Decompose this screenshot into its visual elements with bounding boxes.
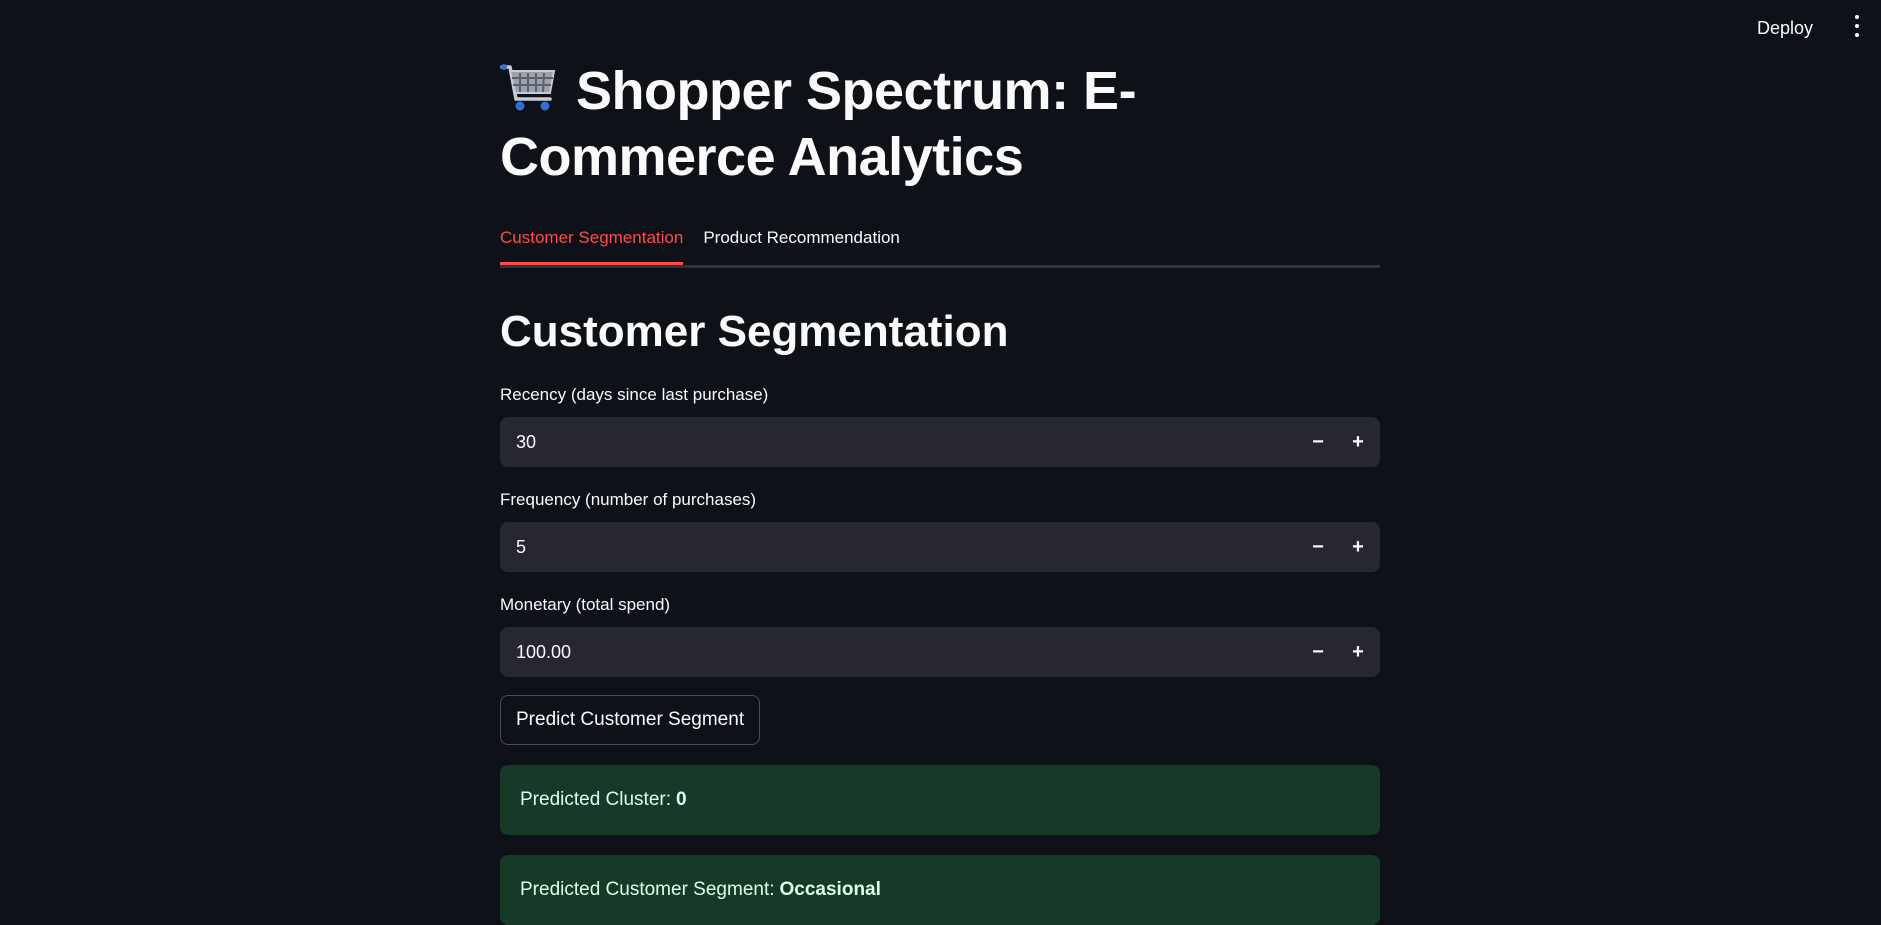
- recency-number-input: − +: [500, 417, 1380, 467]
- tab-product-recommendation[interactable]: Product Recommendation: [703, 222, 900, 262]
- monetary-increment-button[interactable]: +: [1338, 627, 1378, 677]
- page-title: Shopper Spectrum: E-Commerce Analytics: [500, 58, 1400, 190]
- frequency-label: Frequency (number of purchases): [500, 490, 757, 509]
- top-bar: Deploy: [0, 0, 1881, 54]
- section-title: Customer Segmentation: [500, 307, 1009, 356]
- predicted-cluster-alert: Predicted Cluster: 0: [500, 765, 1380, 835]
- recency-increment-button[interactable]: +: [1338, 417, 1378, 467]
- recency-label: Recency (days since last purchase): [500, 385, 769, 404]
- page-title-text: Shopper Spectrum: E-Commerce Analytics: [500, 61, 1137, 187]
- predicted-segment-value: Occasional: [779, 879, 881, 900]
- monetary-field: Monetary (total spend) − +: [500, 593, 1380, 677]
- predicted-segment-alert: Predicted Customer Segment: Occasional: [500, 855, 1380, 925]
- frequency-field: Frequency (number of purchases) − +: [500, 488, 1380, 572]
- predict-customer-segment-button[interactable]: Predict Customer Segment: [500, 695, 761, 745]
- recency-decrement-button[interactable]: −: [1298, 417, 1338, 467]
- tab-customer-segmentation[interactable]: Customer Segmentation: [500, 222, 684, 265]
- deploy-button[interactable]: Deploy: [1751, 14, 1819, 43]
- frequency-increment-button[interactable]: +: [1338, 522, 1378, 572]
- monetary-decrement-button[interactable]: −: [1298, 627, 1338, 677]
- tab-bar: Customer Segmentation Product Recommenda…: [500, 222, 1380, 268]
- frequency-input[interactable]: [500, 535, 1298, 559]
- monetary-number-input: − +: [500, 627, 1380, 677]
- predicted-cluster-value: 0: [676, 789, 687, 810]
- recency-field: Recency (days since last purchase) − +: [500, 383, 1380, 467]
- predicted-segment-label: Predicted Customer Segment:: [520, 879, 775, 900]
- monetary-input[interactable]: [500, 640, 1298, 664]
- shopping-cart-icon: [500, 64, 556, 111]
- frequency-number-input: − +: [500, 522, 1380, 572]
- vertical-ellipsis-icon[interactable]: [1851, 15, 1863, 37]
- recency-input[interactable]: [500, 430, 1298, 454]
- predicted-cluster-label: Predicted Cluster:: [520, 789, 672, 810]
- frequency-decrement-button[interactable]: −: [1298, 522, 1338, 572]
- monetary-label: Monetary (total spend): [500, 595, 671, 614]
